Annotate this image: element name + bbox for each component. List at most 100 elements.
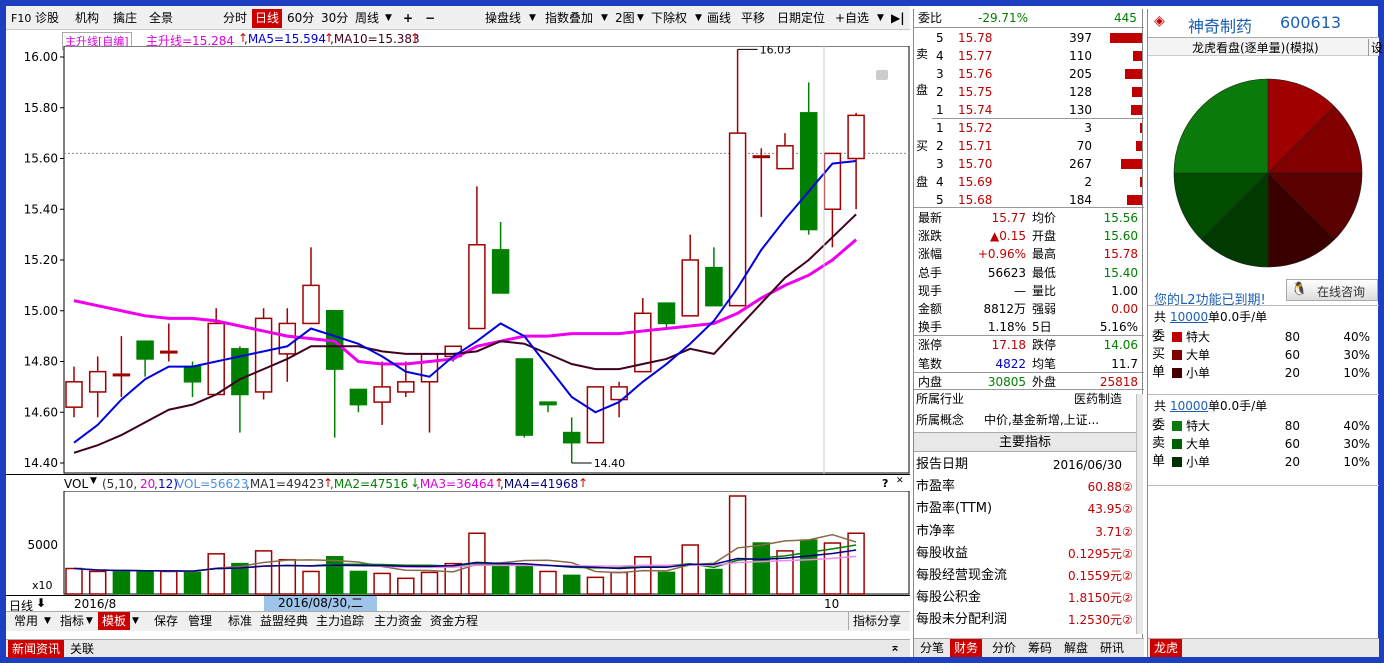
vol-ma4-value: ,MA4=41968 [500,477,579,491]
volume-chart[interactable]: 5000 x10 [6,491,910,595]
sell-side-label-1: 卖 [916,47,929,61]
add-watchlist-button[interactable]: +自选 [832,9,872,28]
tab-save[interactable]: 保存 [150,612,182,630]
chevron-down-icon[interactable]: ▼ [634,9,647,28]
sell-volume: 130 [1069,103,1092,117]
x-start-label: 2016/8 [74,597,117,611]
tab-manage[interactable]: 管理 [184,612,216,630]
sell-volume-bar [1132,87,1142,97]
buy-level: 3 [936,157,944,171]
tab-main-tracking[interactable]: 主力追踪 [312,612,368,630]
metric-source-icon[interactable]: ② [1122,567,1133,585]
metric-label: 市净率 [916,523,956,539]
category-name: 特大 [1186,330,1211,344]
section-header-count[interactable]: 10000 [1170,308,1208,326]
metric-source-icon[interactable]: ② [1122,500,1133,518]
chevron-down-icon[interactable]: ▼ [692,9,705,28]
quote-value: — [1014,283,1026,298]
quote-value: 1.00 [1111,283,1138,298]
chevron-down-icon[interactable]: ▼ [40,612,55,630]
close-icon[interactable]: ✕ [896,476,904,486]
chevron-down-icon[interactable]: ▼ [382,9,395,28]
chevron-down-icon[interactable]: ▼ [874,9,887,28]
industry-value[interactable]: 医药制造 [1074,390,1122,408]
tab-main-funds[interactable]: 主力资金 [370,612,426,630]
online-consult-button[interactable]: 🐧 在线咨询 [1286,279,1378,301]
metric-source-icon[interactable]: ② [1122,523,1133,541]
quote-label: 最新 [918,211,943,225]
volume-bar [681,544,699,595]
volume-bar [610,571,628,595]
tab-fund-equation[interactable]: 资金方程 [426,612,482,630]
tab-price-dist[interactable]: 分价 [988,639,1020,657]
daily-tab[interactable]: 日线 [252,9,283,28]
diagnose-button[interactable]: 诊股 [32,9,62,28]
collapse-icon[interactable]: ⌅ [890,640,900,654]
index-overlay-button[interactable]: 指数叠加 [542,9,596,28]
timeshare-tab[interactable]: 分时 [220,9,250,28]
metric-source-icon[interactable]: ② [1122,589,1133,607]
metric-label: 市盈率 [916,479,956,495]
buy-volume: 2 [1084,175,1092,189]
chevron-down-icon[interactable]: ▼ [526,9,539,28]
quote-value: 15.60 [1103,229,1138,244]
metric-source-icon[interactable]: ② [1122,611,1133,629]
category-name: 大单 [1186,437,1211,451]
tab-news[interactable]: 新闻资讯 [8,640,65,658]
candle-body [657,302,676,325]
candle-body [515,358,534,436]
draw-line-button[interactable]: 画线 [704,9,734,28]
scrollbar[interactable] [1136,394,1143,634]
next-button[interactable]: ▶| [888,9,908,28]
indicator-share-button[interactable]: 指标分享 [848,612,905,630]
chevron-down-icon[interactable]: ▼ [90,476,97,486]
zoom-out-button[interactable]: − [422,9,438,28]
lhb-settings-button[interactable]: 设 [1368,39,1383,56]
60min-tab[interactable]: 60分 [284,9,317,28]
sell-price: 15.76 [958,67,993,81]
tab-finance[interactable]: 财务 [950,639,983,657]
tab-chips[interactable]: 筹码 [1024,639,1056,657]
radar-button[interactable]: 擒庄 [110,9,140,28]
sell-level: 2 [936,85,944,99]
tab-common[interactable]: 常用 [10,612,42,630]
chevron-down-icon[interactable]: ▼ [598,9,611,28]
tab-dragon-tiger[interactable]: 龙虎 [1150,639,1183,657]
metric-source-icon[interactable]: ② [1122,478,1133,496]
y-tick-label: 15.20 [24,253,58,267]
chevron-down-icon[interactable]: ▼ [82,612,97,630]
30min-tab[interactable]: 30分 [318,9,351,28]
tab-template[interactable]: 模板 [98,612,131,630]
panorama-button[interactable]: 全景 [146,9,176,28]
tab-ticks[interactable]: 分笔 [916,639,948,657]
pan-button[interactable]: 平移 [738,9,768,28]
quote-label: 金额 [918,302,943,316]
tab-classic[interactable]: 益盟经典 [256,612,312,630]
arrow-down-icon[interactable]: ⬇ [36,596,46,610]
date-locate-button[interactable]: 日期定位 [774,9,828,28]
cross-line-button[interactable]: 操盘线 [482,9,524,28]
metrics-title: 主要指标 [914,432,1136,452]
tab-research[interactable]: 研讯 [1096,639,1128,657]
volume-bar [657,571,676,595]
price-chart[interactable]: 16.00 15.80 15.60 15.40 15.20 15.00 14.80 14.60… [6,46,910,474]
tab-analysis[interactable]: 解盘 [1060,639,1092,657]
chevron-down-icon[interactable]: ▼ [128,612,143,630]
institution-button[interactable]: 机构 [72,9,102,28]
ex-rights-button[interactable]: 下除权 [648,9,690,28]
metric-source-icon[interactable]: ② [1122,545,1133,563]
sell-price: 15.74 [958,103,993,117]
tab-related[interactable]: 关联 [66,640,98,658]
weekly-tab[interactable]: 周线 [352,9,382,28]
help-icon[interactable]: ? [882,477,888,490]
tab-standard[interactable]: 标准 [224,612,256,630]
volume-indicator-label[interactable]: VOL [64,477,88,491]
section-header-count[interactable]: 10000 [1170,397,1208,415]
legend-swatch [1172,421,1182,431]
section-header-suffix: 单0.0手/单 [1208,399,1268,413]
f10-button[interactable]: F10 [8,9,34,28]
sell-level: 4 [936,49,944,63]
concept-value[interactable]: 中价,基金新增,上证... [984,411,1099,429]
lock-icon[interactable] [876,70,888,80]
zoom-in-button[interactable]: + [400,9,416,28]
